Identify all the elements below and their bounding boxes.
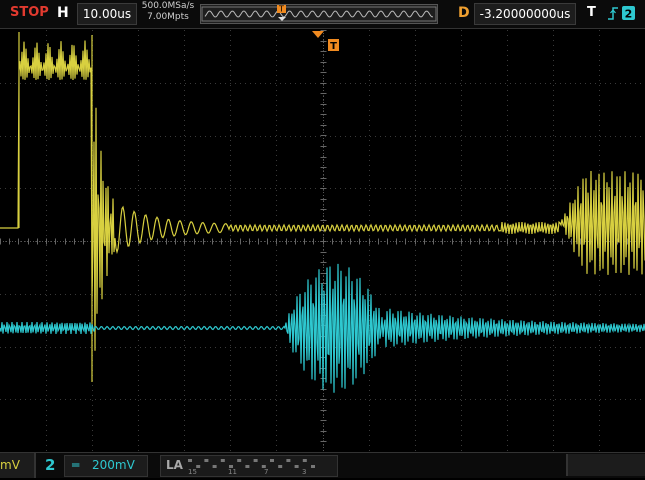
- trigger-marker-letter: T: [330, 41, 337, 52]
- dc-coupling-icon: ═: [72, 458, 80, 472]
- la-channel-dot: [204, 459, 209, 462]
- run-state-indicator[interactable]: STOP: [10, 0, 49, 26]
- right-panel-tab[interactable]: [566, 454, 645, 476]
- la-channel-dot: [270, 459, 274, 462]
- la-channel-dot: [294, 465, 299, 468]
- la-channel-dot: [311, 465, 315, 468]
- top-status-bar: STOP H 10.00us 500.0MSa/s 7.00Mpts T D -…: [0, 0, 645, 29]
- sample-rate: 500.0MSa/s: [141, 1, 195, 11]
- delay-value[interactable]: -3.20000000us: [474, 3, 576, 25]
- timebase-value[interactable]: 10.00us: [77, 3, 137, 25]
- waveform-canvas: T: [0, 30, 645, 452]
- memory-overview-waveform: T: [201, 4, 437, 22]
- la-channel-dot: [253, 459, 258, 462]
- la-label: LA: [166, 458, 183, 472]
- horizontal-label: H: [57, 5, 69, 21]
- la-channel-11: 11: [228, 468, 237, 476]
- la-channel-dot: [237, 459, 242, 462]
- memory-overview-strip[interactable]: T: [200, 4, 438, 24]
- la-channel-dot: [286, 459, 291, 462]
- la-channel-3: 3: [302, 468, 306, 476]
- channel-1-scale[interactable]: mV: [0, 453, 36, 478]
- la-channel-15: 15: [188, 468, 197, 476]
- trigger-status[interactable]: 2: [604, 4, 640, 22]
- acquisition-info: 500.0MSa/s 7.00Mpts: [139, 1, 197, 25]
- logic-channel-indicators: 15 11 7 3: [188, 459, 315, 476]
- la-channel-dot: [245, 465, 250, 468]
- trigger-status-graphic: 2: [608, 6, 635, 21]
- la-channel-7: 7: [264, 468, 268, 476]
- memory-depth: 7.00Mpts: [147, 12, 189, 22]
- la-channel-dot: [302, 459, 307, 462]
- trigger-label: T: [587, 5, 596, 20]
- logic-analyzer-box[interactable]: 15 11 7 3: [160, 455, 338, 477]
- trigger-time-arrow-icon: [312, 31, 324, 38]
- channel-2-scale[interactable]: 200mV: [92, 453, 135, 478]
- view-window-marker-icon: [278, 17, 286, 21]
- la-channel-dot: [212, 465, 217, 468]
- delay-label: D: [458, 5, 470, 21]
- la-channel-dot: [188, 459, 192, 462]
- waveform-display[interactable]: T: [0, 30, 645, 452]
- trigger-position-letter: T: [278, 5, 284, 14]
- trigger-source-number: 2: [625, 8, 633, 21]
- channel-2-number[interactable]: 2: [45, 453, 55, 478]
- la-channel-dot: [220, 459, 225, 462]
- bottom-channel-bar: mV 2 ═ 200mV 15 11 7 3 LA: [0, 452, 645, 478]
- la-channel-dot: [278, 465, 283, 468]
